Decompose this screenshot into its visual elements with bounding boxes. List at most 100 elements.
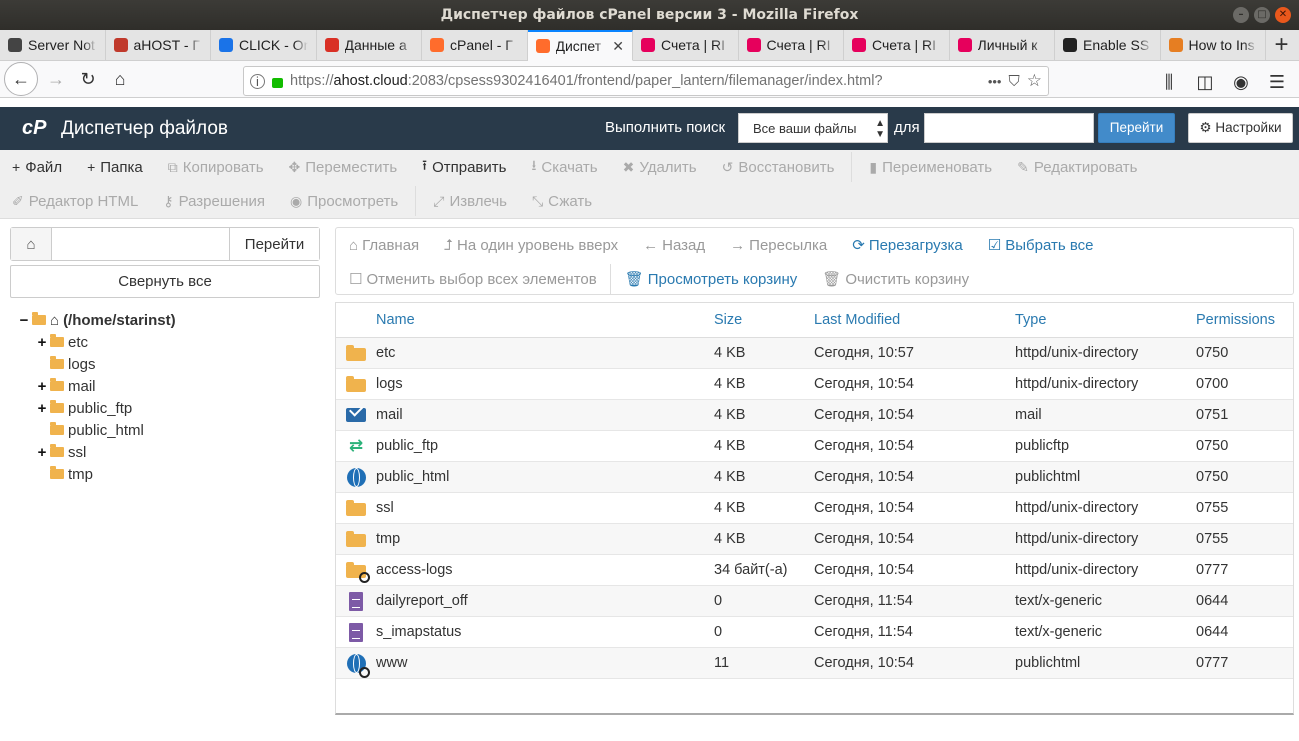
search-input[interactable] (924, 113, 1094, 143)
toolbar-row1-7[interactable]: ↺ Восстановить (722, 159, 835, 176)
action-row2-2[interactable]: 🗑 Очистить корзину (822, 270, 969, 289)
table-row[interactable]: ⇄ public_ftp 4 KB Сегодня, 10:54 publicftp 07… (336, 431, 1293, 462)
close-tab-icon[interactable]: ✕ (612, 38, 624, 55)
toolbar-row2-0[interactable]: ✐ Редактор HTML (12, 193, 138, 210)
tab-6[interactable]: Диспет ✕ (527, 30, 633, 61)
toolbar-row1-8[interactable]: ▮ Переименовать (869, 159, 992, 176)
tab-12[interactable]: How to Ins (1161, 30, 1266, 60)
tab-10[interactable]: Личный к (950, 30, 1055, 60)
toolbar-row1-2[interactable]: ⧉ Копировать (168, 159, 264, 176)
table-row[interactable]: mail 4 KB Сегодня, 10:54 mail 0751 (336, 400, 1293, 431)
toolbar-icon: ⤢ (433, 192, 445, 209)
bookmark-star-icon[interactable]: ☆ (1027, 71, 1042, 91)
toolbar-row2-3[interactable]: ⤢ Извлечь (433, 193, 507, 210)
col-size[interactable]: Size (714, 312, 814, 328)
table-row[interactable]: public_html 4 KB Сегодня, 10:54 publichtml 0… (336, 462, 1293, 493)
toolbar-label: Сжать (548, 192, 593, 210)
cell-size: 4 KB (714, 438, 746, 454)
minimize-icon[interactable]: – (1233, 7, 1249, 23)
account-icon[interactable]: ◉ (1225, 66, 1257, 98)
tab-11[interactable]: Enable SS (1055, 30, 1161, 60)
cell-name: access-logs (376, 562, 453, 578)
toolbar-row1-0[interactable]: + Файл (12, 159, 62, 176)
table-row[interactable]: access-logs 34 байт(-а) Сегодня, 10:54 http… (336, 555, 1293, 586)
page-actions-icon[interactable]: ••• (988, 74, 1002, 89)
action-row1-0[interactable]: ⌂ Главная (349, 237, 419, 254)
tab-8[interactable]: Счета | RI (739, 30, 844, 60)
collapse-all-button[interactable]: Свернуть все (10, 265, 320, 298)
action-row2-1[interactable]: 🗑 Просмотреть корзину (625, 270, 798, 289)
toolbar-row1-3[interactable]: ✥ Переместить (289, 159, 398, 176)
url-text[interactable]: https://ahost.cloud:2083/cpsess930241640… (290, 73, 981, 89)
tree-item-mail[interactable]: + mail (18, 375, 176, 397)
expand-icon[interactable]: + (36, 378, 48, 395)
search-scope-select[interactable]: Все ваши файлы ▲ ▼ (738, 113, 888, 143)
tab-5[interactable]: cPanel - Г (422, 30, 528, 60)
expand-icon[interactable]: + (36, 400, 48, 417)
pocket-icon[interactable]: ⛉ (1008, 73, 1019, 90)
toolbar-label: Просмотреть (307, 192, 399, 210)
path-input[interactable] (52, 228, 229, 260)
collapse-icon[interactable]: − (18, 312, 30, 329)
expand-icon[interactable]: + (36, 334, 48, 351)
back-icon[interactable]: ← (4, 62, 38, 96)
expand-icon[interactable]: + (36, 444, 48, 461)
action-row1-2[interactable]: ← Назад (643, 237, 705, 254)
tree-root[interactable]: − ⌂ (/home/starinst) (18, 309, 176, 331)
tab-label: aHOST - Г (133, 37, 200, 53)
settings-button[interactable]: ⚙ Настройки (1188, 113, 1293, 143)
action-row1-3[interactable]: → Пересылка (730, 237, 827, 254)
tab-4[interactable]: Данные а (317, 30, 422, 60)
col-modified[interactable]: Last Modified (814, 312, 1015, 328)
tree-item-tmp[interactable]: tmp (18, 463, 176, 485)
tree-item-public_html[interactable]: public_html (18, 419, 176, 441)
toolbar-row2-4[interactable]: ⤡ Сжать (532, 193, 592, 210)
search-go-button[interactable]: Перейти (1098, 113, 1175, 143)
sidebar-icon[interactable]: ◫ (1189, 66, 1221, 98)
close-window-icon[interactable]: ✕ (1275, 7, 1291, 23)
reload-icon[interactable]: ↻ (72, 63, 104, 95)
tab-2[interactable]: aHOST - Г (106, 30, 211, 60)
tree-item-logs[interactable]: logs (18, 353, 176, 375)
table-row[interactable]: logs 4 KB Сегодня, 10:54 httpd/unix-directo… (336, 369, 1293, 400)
tree-item-etc[interactable]: + etc (18, 331, 176, 353)
info-icon[interactable]: i (250, 73, 265, 89)
action-row2-0[interactable]: ☐ Отменить выбор всех элементов (349, 270, 597, 289)
toolbar-row1-5[interactable]: ⭳ Скачать (531, 155, 597, 179)
tab-9[interactable]: Счета | RI (844, 30, 950, 60)
tab-7[interactable]: Счета | RI (633, 30, 739, 60)
action-row1-5[interactable]: ☑ Выбрать все (988, 236, 1094, 255)
cell-type: httpd/unix-directory (1015, 562, 1139, 578)
tab-3[interactable]: CLICK - On (211, 30, 317, 60)
table-row[interactable]: tmp 4 KB Сегодня, 10:54 httpd/unix-director… (336, 524, 1293, 555)
table-row[interactable]: dailyreport_off 0 Сегодня, 11:54 text/x-gen… (336, 586, 1293, 617)
tree-item-public_ftp[interactable]: + public_ftp (18, 397, 176, 419)
table-row[interactable]: s_imapstatus 0 Сегодня, 11:54 text/x-generi… (336, 617, 1293, 648)
toolbar-row2-1[interactable]: ⚷ Разрешения (163, 193, 265, 210)
url-bar[interactable]: i https://ahost.cloud:2083/cpsess9302416… (243, 66, 1049, 96)
toolbar-row1-9[interactable]: ✎ Редактировать (1017, 159, 1137, 176)
tree-item-ssl[interactable]: + ssl (18, 441, 176, 463)
new-tab-icon[interactable]: + (1266, 30, 1297, 60)
table-row[interactable]: etc 4 KB Сегодня, 10:57 httpd/unix-director… (336, 338, 1293, 369)
maximize-icon[interactable]: □ (1254, 7, 1270, 23)
col-permissions[interactable]: Permissions (1196, 312, 1292, 328)
path-go-button[interactable]: Перейти (229, 228, 319, 260)
library-icon[interactable]: ⫼ (1153, 66, 1185, 98)
toolbar-row1-4[interactable]: ⭱ Отправить (422, 155, 506, 179)
toolbar-row1-1[interactable]: + Папка (87, 159, 143, 176)
home-icon[interactable]: ⌂ (104, 63, 136, 95)
action-row1-4[interactable]: ⟳ Перезагрузка (852, 236, 963, 255)
col-name[interactable]: Name (376, 312, 714, 328)
table-row[interactable]: www 11 Сегодня, 10:54 publichtml 0777 (336, 648, 1293, 679)
table-row[interactable]: ssl 4 KB Сегодня, 10:54 httpd/unix-director… (336, 493, 1293, 524)
toolbar-row2-2[interactable]: ◉ Просмотреть (290, 193, 398, 210)
menu-icon[interactable]: ☰ (1261, 66, 1293, 98)
forward-icon[interactable]: → (40, 63, 72, 95)
home-dir-button[interactable]: ⌂ (11, 228, 52, 260)
action-row1-1[interactable]: ⮥ На один уровень вверх (444, 237, 618, 254)
toolbar-row1-6[interactable]: ✖ Удалить (623, 159, 697, 176)
col-type[interactable]: Type (1015, 312, 1196, 328)
tab-1[interactable]: Server Not (0, 30, 106, 60)
folder-icon (346, 500, 366, 516)
